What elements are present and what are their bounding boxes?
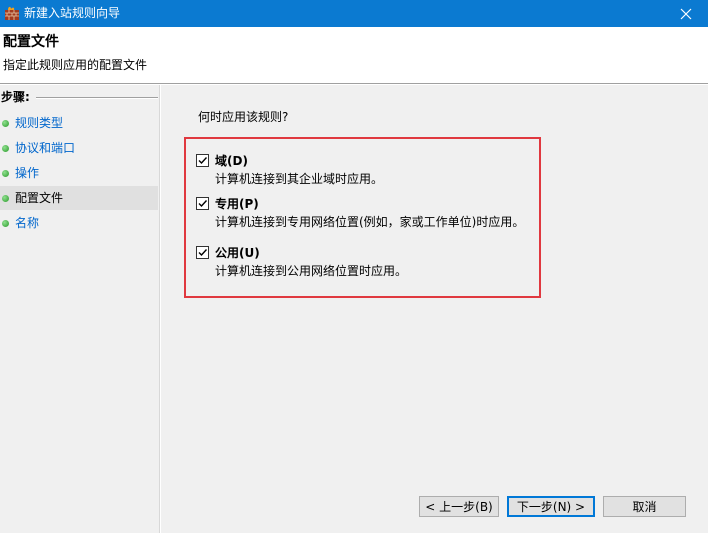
wizard-body: 步骤: 规则类型 协议和端口 操作 配置文件 名称 何时应用该规则? 域(D) …: [0, 85, 708, 533]
question-label: 何时应用该规则?: [198, 110, 289, 124]
close-button[interactable]: [664, 0, 708, 27]
private-description: 计算机连接到专用网络位置(例如，家或工作单位)时应用。: [215, 215, 525, 229]
page-title: 配置文件: [3, 34, 59, 50]
steps-divider: [36, 97, 158, 99]
sidebar-item-profile[interactable]: 配置文件: [0, 186, 158, 210]
close-icon: [680, 8, 692, 19]
page-header: 配置文件 指定此规则应用的配置文件: [0, 27, 708, 83]
private-checkbox[interactable]: [196, 197, 209, 210]
step-dot-icon: [2, 144, 9, 152]
public-description: 计算机连接到公用网络位置时应用。: [215, 264, 408, 278]
sidebar-item-name[interactable]: 名称: [0, 211, 158, 235]
checkmark-icon: [198, 200, 208, 208]
public-label[interactable]: 公用(U): [215, 245, 260, 261]
step-dot-icon: [2, 219, 9, 227]
domain-description: 计算机连接到其企业域时应用。: [215, 172, 384, 186]
sidebar-item-action[interactable]: 操作: [0, 161, 158, 185]
page-subtitle: 指定此规则应用的配置文件: [3, 58, 148, 72]
next-button[interactable]: 下一步(N) >: [507, 496, 595, 517]
step-dot-icon: [2, 169, 9, 177]
sidebar-item-label: 协议和端口: [15, 141, 76, 155]
sidebar-item-label: 名称: [15, 216, 40, 230]
public-checkbox[interactable]: [196, 246, 209, 259]
step-dot-icon: [2, 119, 9, 127]
steps-sidebar: 步骤: 规则类型 协议和端口 操作 配置文件 名称: [0, 85, 159, 533]
window-title: 新建入站规则向导: [24, 6, 121, 20]
domain-label[interactable]: 域(D): [215, 153, 248, 169]
checkmark-icon: [198, 157, 208, 165]
domain-checkbox[interactable]: [196, 154, 209, 167]
back-button[interactable]: < 上一步(B): [419, 496, 499, 517]
sidebar-item-label: 操作: [15, 166, 40, 180]
step-dot-icon: [2, 194, 9, 202]
sidebar-item-label: 规则类型: [15, 116, 64, 130]
sidebar-item-protocol-ports[interactable]: 协议和端口: [0, 136, 158, 160]
title-bar: 新建入站规则向导: [0, 0, 708, 27]
checkmark-icon: [198, 249, 208, 257]
cancel-button[interactable]: 取消: [603, 496, 686, 517]
main-panel: 何时应用该规则? 域(D) 计算机连接到其企业域时应用。 专用(P) 计算机连接…: [161, 85, 708, 533]
steps-label: 步骤:: [1, 90, 30, 104]
sidebar-item-rule-type[interactable]: 规则类型: [0, 111, 158, 135]
private-label[interactable]: 专用(P): [215, 196, 259, 212]
sidebar-item-label: 配置文件: [15, 191, 64, 205]
firewall-wall-icon: [4, 5, 20, 21]
